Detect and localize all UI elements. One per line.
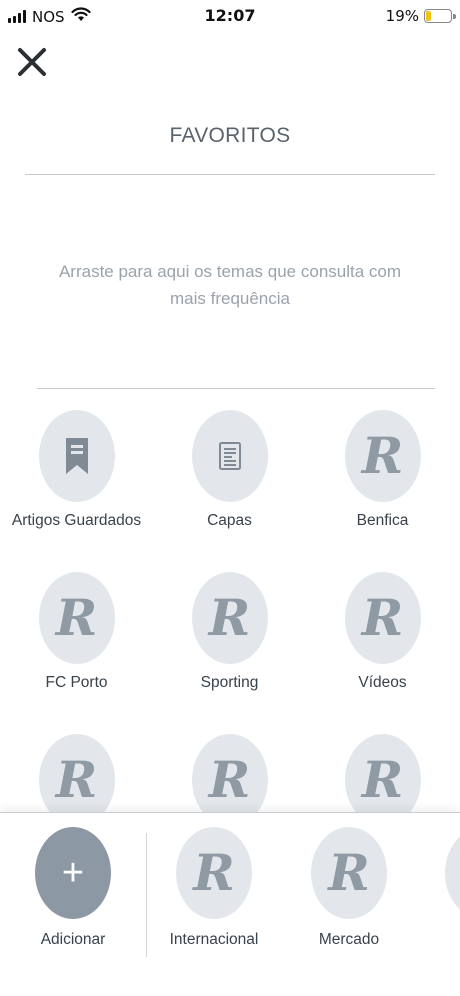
tray-item-label: Internacional	[169, 931, 259, 948]
r-logo-icon: R	[328, 843, 370, 902]
tray-item-mercado[interactable]: R Mercado	[289, 827, 409, 949]
theme-capas[interactable]: Capas	[153, 410, 306, 530]
plus-icon: +	[61, 852, 85, 894]
theme-videos[interactable]: R Vídeos	[306, 572, 459, 692]
theme-benfica[interactable]: R Benfica	[306, 410, 459, 530]
theme-icon-circle: R	[344, 572, 421, 664]
theme-fc-porto[interactable]: R FC Porto	[0, 572, 153, 692]
theme-label: Artigos Guardados	[11, 512, 142, 529]
theme-icon-circle: R	[344, 410, 421, 502]
add-circle[interactable]: +	[35, 827, 111, 919]
theme-artigos-guardados[interactable]: Artigos Guardados	[0, 410, 153, 530]
r-logo-icon: R	[208, 750, 251, 809]
tray-item-mu[interactable]: R Mu	[423, 827, 460, 949]
theme-sporting[interactable]: R Sporting	[153, 572, 306, 692]
theme-label: FC Porto	[45, 674, 108, 691]
bottom-tray[interactable]: + Adicionar R Internacional R Mercado R …	[0, 812, 460, 996]
add-label: Adicionar	[40, 931, 106, 948]
tray-item-label: Mu	[423, 931, 460, 949]
favorites-drop-hint: Arraste para aqui os temas que consulta …	[58, 262, 402, 308]
r-logo-icon: R	[55, 588, 98, 647]
theme-label: Capas	[207, 512, 252, 529]
theme-label: Sporting	[200, 674, 259, 691]
tray-item-label: Mercado	[318, 931, 380, 948]
tray-item-internacional[interactable]: R Internacional	[154, 827, 274, 949]
battery-icon	[424, 9, 456, 23]
newspaper-icon	[218, 442, 241, 470]
divider	[37, 388, 435, 389]
r-logo-icon: R	[361, 426, 404, 485]
theme-icon-circle	[38, 410, 115, 502]
r-logo-icon: R	[361, 750, 404, 809]
theme-icon-circle	[191, 410, 268, 502]
theme-label: Benfica	[356, 512, 409, 529]
theme-icon-circle: R	[176, 827, 252, 919]
theme-icon-circle: R	[311, 827, 387, 919]
r-logo-icon: R	[361, 588, 404, 647]
status-bar: NOS 12:07 19%	[0, 0, 460, 34]
close-icon	[18, 48, 46, 76]
bookmark-icon	[65, 438, 88, 474]
theme-icon-circle: R	[191, 572, 268, 664]
divider	[25, 174, 435, 175]
theme-icon-circle: R	[38, 572, 115, 664]
theme-label: Vídeos	[358, 674, 407, 691]
r-logo-icon: R	[193, 843, 235, 902]
tray-separator	[146, 833, 147, 957]
battery-percent: 19%	[385, 7, 419, 25]
r-logo-icon: R	[208, 588, 251, 647]
close-button[interactable]	[14, 44, 50, 80]
favorites-title: FAVORITOS	[169, 124, 291, 147]
r-logo-icon: R	[55, 750, 98, 809]
add-button[interactable]: + Adicionar	[13, 827, 133, 949]
theme-icon-circle: R	[445, 827, 460, 919]
status-right: 19%	[385, 7, 456, 25]
